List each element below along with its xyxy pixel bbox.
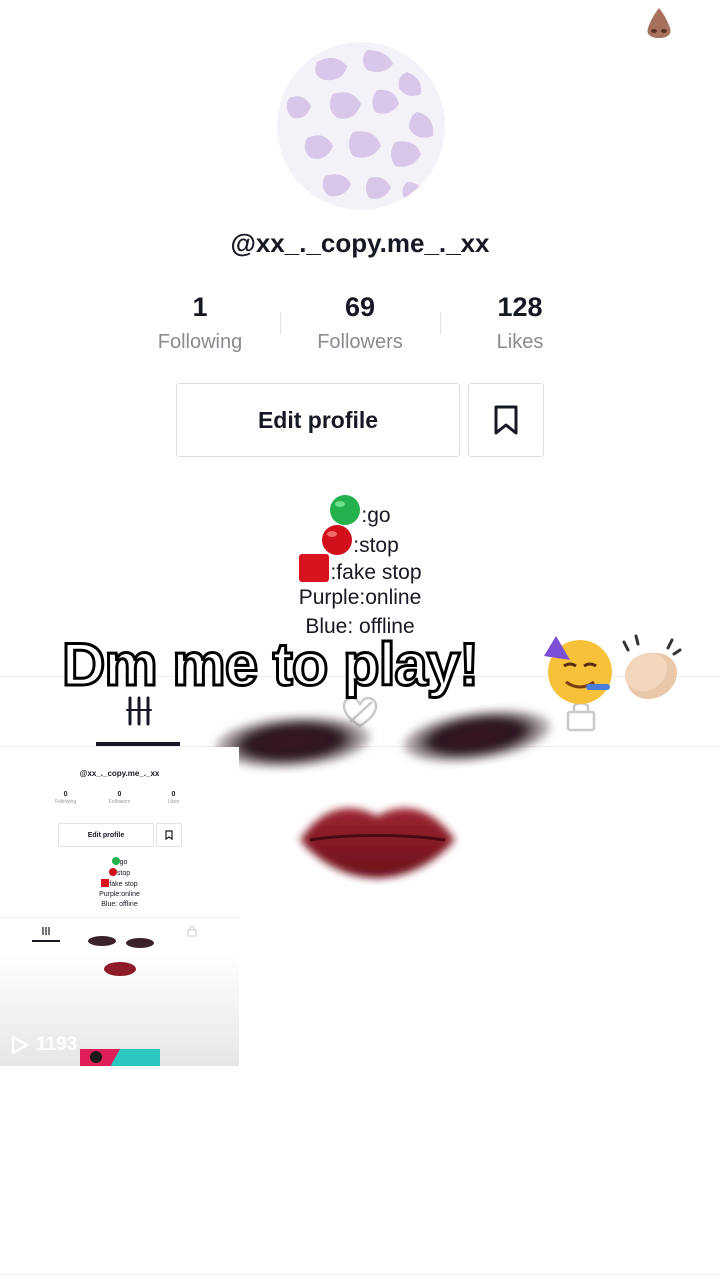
thumb-stat-label: Followers [108,799,131,805]
thumb-bio-text: stop [116,870,131,877]
thumb-stats: 0 Following 0 Followers 0 Likes [0,791,239,805]
thumb-bio-line: Purple:online [99,891,140,898]
followers-count: 69 [344,292,376,322]
active-tab-indicator [96,742,180,746]
thumb-stat-label: Following [54,799,77,805]
thumb-stat-label: Likes [167,799,180,805]
following-label: Following [157,331,243,353]
thumb-tab-indicator [32,940,60,942]
red-square-icon [299,554,330,582]
thumb-divider [0,917,239,918]
thumb-edit-button: Edit profile [58,823,154,847]
username: @xx_._copy.me_._xx [230,228,490,258]
thumb-stat-value: 0 [63,791,68,798]
bottom-divider [0,1274,720,1275]
stat-following[interactable]: 1 Following [120,292,280,354]
play-count-value: 1193 [36,1034,78,1055]
bio-text: :fake stop [330,561,422,584]
mini-face-sticker [88,936,154,976]
red-circle-icon [322,524,353,555]
thumb-bio-line: stop [0,868,239,879]
thumb-stat: 0 Following [40,791,92,805]
face-sticker [215,709,552,878]
avatar[interactable] [277,42,445,210]
thumb-stat-value: 0 [117,791,122,798]
thumb-bio: go stop fake stop Purple:online Blue: of… [0,857,239,910]
green-circle-icon [330,495,361,525]
following-count: 1 [192,292,208,322]
likes-label: Likes [496,331,544,353]
lock-icon [187,926,197,937]
thumb-bio-text: fake stop [109,881,138,888]
partying-face-icon [544,636,612,704]
bookmark-icon [165,830,173,840]
thumb-bio-line: go [0,857,239,868]
thumbnail-art [80,1049,160,1066]
thumb-bio-line: Blue: offline [101,901,138,908]
clapping-hands-icon [622,634,682,700]
thumb-username: @xx_._copy.me_._xx [79,769,160,778]
red-circle-icon [108,868,117,876]
thumb-bookmark [156,823,182,847]
video-thumbnail[interactable]: @xx_._copy.me_._xx 0 Following 0 Followers… [0,747,239,1066]
followers-label: Followers [317,331,403,353]
thumb-stat: 0 Likes [147,791,199,805]
edit-profile-button[interactable]: Edit profile [176,383,460,457]
overlay-caption: Dm me to play! [60,630,480,700]
nose-icon [647,8,671,38]
likes-count: 128 [497,292,543,322]
play-count: 1193 [8,1034,77,1056]
thumb-stat-value: 0 [171,791,176,798]
bookmark-icon [494,405,518,435]
bio-line-purple: Purple:online [298,585,422,609]
thumb-bio-text: go [119,859,128,866]
stat-likes[interactable]: 128 Likes [440,292,600,354]
favorites-button[interactable] [468,383,544,457]
stat-followers[interactable]: 69 Followers [280,292,440,354]
play-icon [11,1035,29,1055]
thumb-stat: 0 Followers [94,791,146,805]
videos-grid-icon [42,927,50,935]
thumb-bio-line: fake stop [0,879,239,890]
green-circle-icon [111,857,120,865]
